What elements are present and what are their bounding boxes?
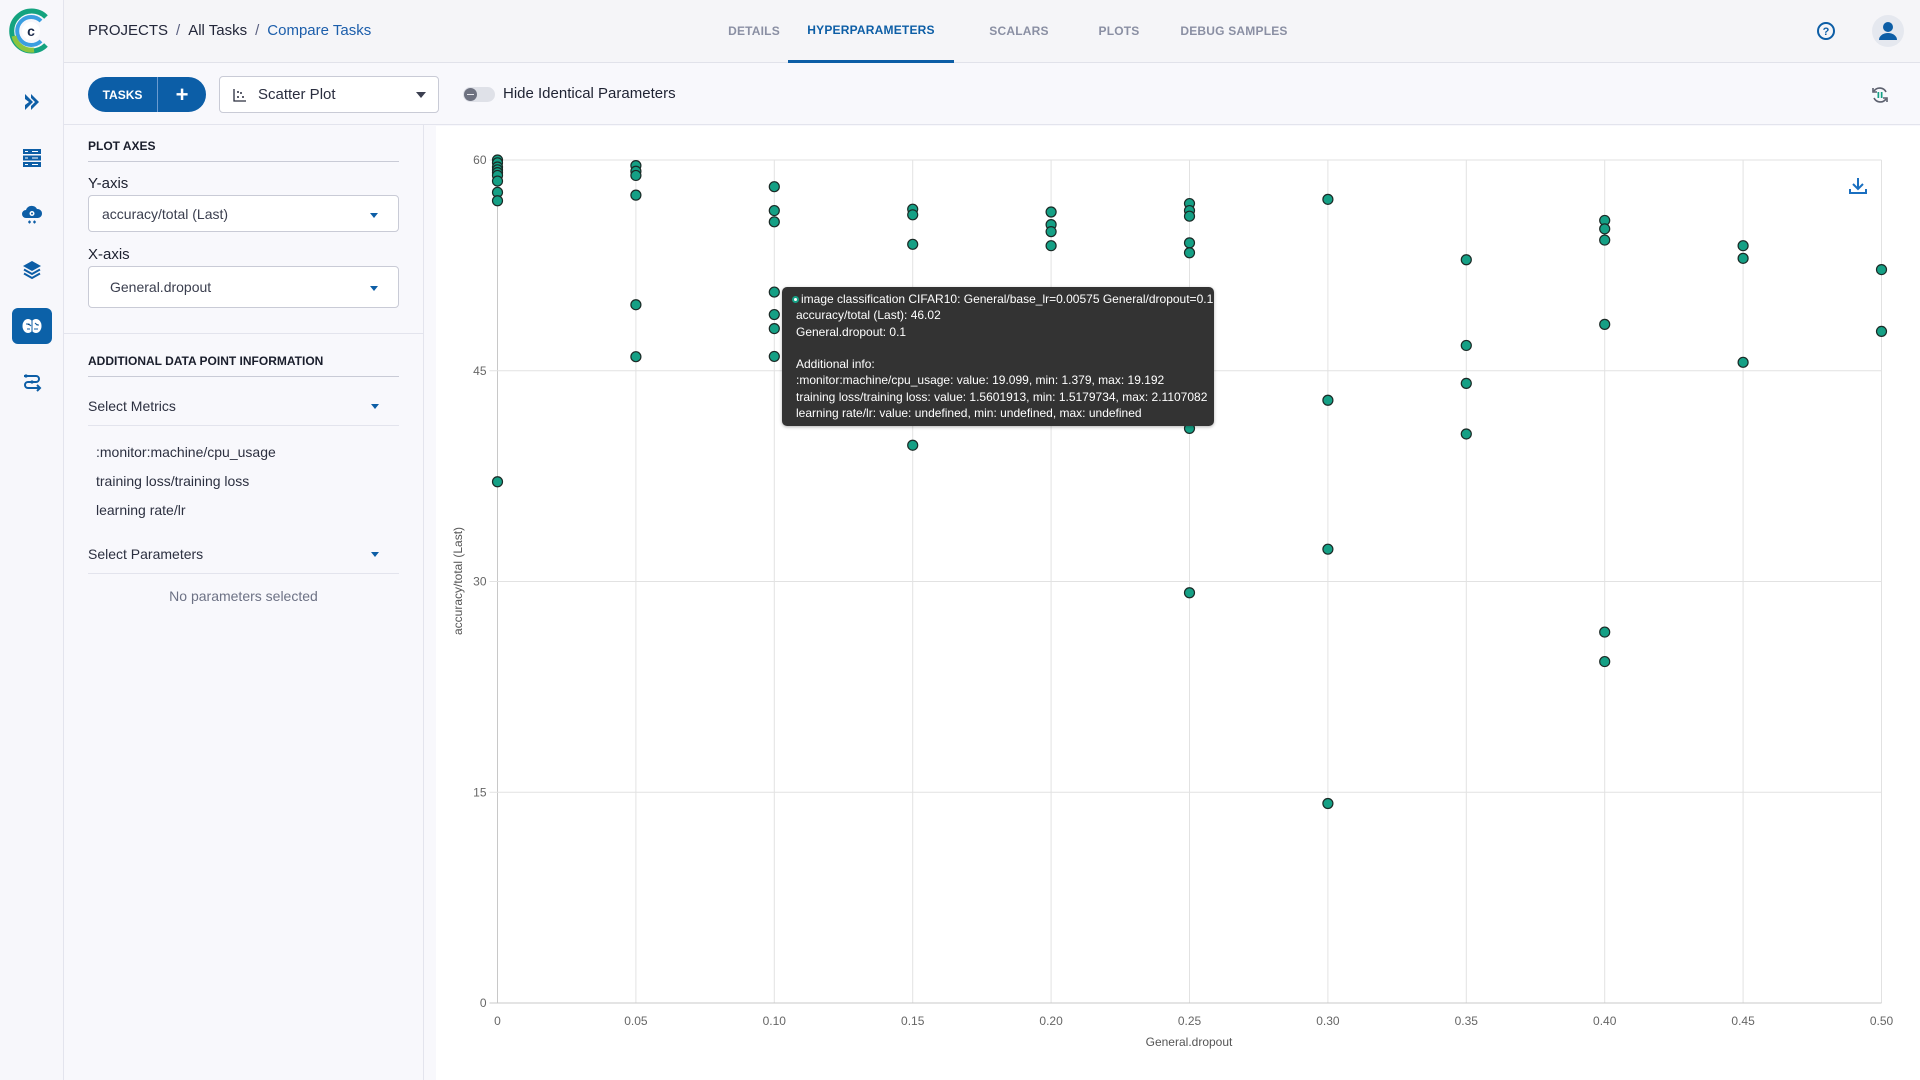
tooltip-spacer (792, 340, 1206, 356)
x-tick-label: 0.15 (901, 1014, 925, 1028)
data-point[interactable] (769, 310, 779, 320)
tooltip-line: training loss/training loss: value: 1.56… (792, 389, 1206, 405)
data-point[interactable] (1600, 657, 1610, 667)
data-point[interactable] (493, 196, 503, 206)
data-point[interactable] (1600, 319, 1610, 329)
data-point[interactable] (631, 190, 641, 200)
data-point[interactable] (1738, 357, 1748, 367)
data-point[interactable] (631, 170, 641, 180)
tooltip-title: image classification CIFAR10: General/ba… (801, 292, 1213, 306)
data-point[interactable] (1185, 211, 1195, 221)
data-point[interactable] (769, 217, 779, 227)
x-tick-label: 0.35 (1455, 1014, 1479, 1028)
data-point[interactable] (1738, 253, 1748, 263)
y-tick-label: 60 (473, 153, 487, 167)
data-point[interactable] (1046, 227, 1056, 237)
data-point[interactable] (1461, 255, 1471, 265)
data-point-highlighted[interactable] (769, 351, 779, 361)
tooltip-line: Additional info: (792, 356, 1206, 372)
data-point[interactable] (908, 440, 918, 450)
data-point[interactable] (1600, 627, 1610, 637)
data-point[interactable] (1185, 238, 1195, 248)
y-axis-title: accuracy/total (Last) (451, 527, 465, 635)
data-point[interactable] (1461, 378, 1471, 388)
data-point[interactable] (769, 182, 779, 192)
data-point[interactable] (1877, 326, 1887, 336)
y-tick-label: 15 (473, 785, 487, 799)
data-point[interactable] (769, 206, 779, 216)
data-point[interactable] (1738, 241, 1748, 251)
scatter-chart[interactable]: 0 0.05 0.10 0.15 0.20 0.25 0.30 0.35 0.40 0.45 0.5… (0, 0, 1920, 1080)
data-point[interactable] (1600, 224, 1610, 234)
data-point[interactable] (908, 239, 918, 249)
data-point[interactable] (1323, 395, 1333, 405)
data-point[interactable] (631, 352, 641, 362)
x-tick-label: 0.25 (1178, 1014, 1202, 1028)
series-marker-icon (792, 296, 799, 303)
tooltip-line: accuracy/total (Last): 46.02 (792, 307, 1206, 323)
x-tick-label: 0.40 (1593, 1014, 1617, 1028)
data-point[interactable] (908, 210, 918, 220)
y-tick-label: 30 (473, 575, 487, 589)
x-axis-title: General.dropout (1146, 1035, 1233, 1049)
data-point[interactable] (1461, 429, 1471, 439)
data-point[interactable] (1877, 265, 1887, 275)
y-tick-label: 0 (480, 996, 487, 1010)
data-point[interactable] (1046, 241, 1056, 251)
data-point[interactable] (1046, 207, 1056, 217)
x-tick-label: 0.45 (1731, 1014, 1755, 1028)
data-point[interactable] (631, 300, 641, 310)
data-point[interactable] (769, 324, 779, 334)
data-point[interactable] (1323, 194, 1333, 204)
data-point[interactable] (1185, 588, 1195, 598)
data-point[interactable] (1185, 248, 1195, 258)
tooltip-line: learning rate/lr: value: undefined, min:… (792, 405, 1206, 421)
x-tick-label: 0.50 (1870, 1014, 1894, 1028)
y-tick-label: 45 (473, 364, 487, 378)
data-point[interactable] (769, 287, 779, 297)
x-tick-label: 0.05 (624, 1014, 648, 1028)
data-point-tooltip: image classification CIFAR10: General/ba… (782, 287, 1214, 426)
data-point[interactable] (493, 477, 503, 487)
x-tick-label: 0.20 (1039, 1014, 1063, 1028)
data-point[interactable] (1323, 544, 1333, 554)
x-tick-label: 0 (494, 1014, 501, 1028)
data-point[interactable] (1600, 235, 1610, 245)
data-point[interactable] (1461, 340, 1471, 350)
tooltip-line: General.dropout: 0.1 (792, 324, 1206, 340)
download-chart-button[interactable] (1847, 175, 1869, 197)
download-icon (1847, 175, 1869, 197)
tooltip-line: :monitor:machine/cpu_usage: value: 19.09… (792, 372, 1206, 388)
x-tick-label: 0.30 (1316, 1014, 1340, 1028)
data-point[interactable] (1323, 798, 1333, 808)
chart-background (436, 126, 1920, 1080)
x-tick-label: 0.10 (763, 1014, 787, 1028)
data-point[interactable] (493, 176, 503, 186)
